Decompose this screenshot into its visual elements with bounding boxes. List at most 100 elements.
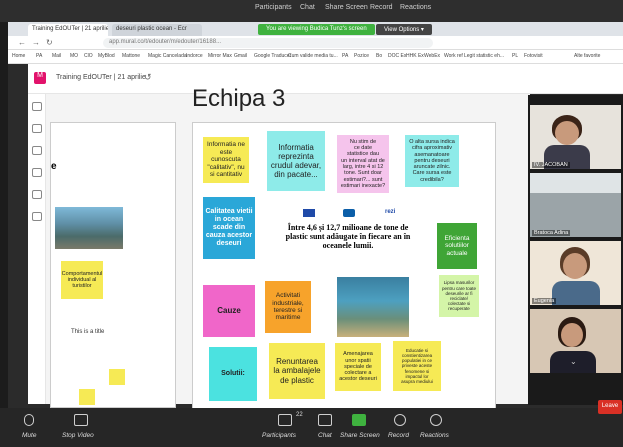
reload-icon[interactable]: ↻ [46, 38, 53, 47]
reactions-label[interactable]: Reactions [400, 4, 431, 11]
bookmark-item[interactable]: PA [342, 53, 348, 59]
frame-icon[interactable] [32, 212, 42, 221]
chat-label[interactable]: Chat [300, 4, 315, 11]
sticky-note-icon[interactable] [32, 102, 42, 111]
bookmark-item[interactable]: WebEx [424, 53, 440, 59]
bookmark-item[interactable]: HHK Ex [406, 53, 424, 59]
participants-button[interactable]: Participants [262, 432, 296, 439]
wall-background [530, 173, 621, 193]
board-title[interactable]: Training EdOUTer | 21 aprilie [56, 74, 146, 81]
history-icon[interactable]: ↺ [144, 72, 152, 83]
record-label[interactable]: Record [370, 4, 393, 11]
participant-video[interactable]: Eugenia [530, 241, 621, 305]
reactions-icon[interactable] [430, 414, 442, 426]
bookmark-item[interactable]: ClO [84, 53, 93, 59]
infographic-card[interactable]: rezi Între 4,6 și 12,7 milioane de tone … [277, 203, 417, 273]
bookmark-item[interactable]: Magic Cancelada [148, 53, 187, 59]
title-text[interactable]: This is a title [71, 329, 104, 335]
area-heading: Echipa 3 [192, 85, 286, 112]
sticky-note[interactable]: Solutii: [209, 347, 257, 401]
sticky-note[interactable]: Lipsa masurilor pentru care toate deseur… [439, 275, 479, 317]
share-screen-icon[interactable] [352, 414, 366, 426]
participant-face [561, 323, 583, 347]
forward-icon[interactable]: → [32, 38, 40, 47]
stop-video-button[interactable]: Stop Video [62, 432, 94, 439]
mural-logo-icon[interactable]: M [34, 72, 46, 84]
bookmark-item[interactable]: Indorce [186, 53, 203, 59]
bookmark-item[interactable]: Mirror Max [208, 53, 232, 59]
mural-toolbar [28, 94, 46, 404]
bookmark-item[interactable]: Mail [52, 53, 61, 59]
sticky-note[interactable]: Activitati industriale, terestre si mari… [265, 281, 311, 333]
record-button[interactable]: Record [388, 432, 409, 439]
participants-icon[interactable] [278, 414, 292, 426]
sticky-note[interactable]: Renuntarea la ambalajele de plastic [269, 343, 325, 399]
video-camera-icon[interactable] [74, 414, 88, 426]
bookmark-item[interactable]: Cum valide media tu... [288, 53, 338, 59]
browser-tab-bar: Training EdOUTer | 21 aprilie deseuri pl… [8, 22, 623, 36]
left-area[interactable]: e Comportamentul individual al turistilo… [50, 122, 176, 408]
url-input[interactable]: app.mural.co/t/edouter/m/edouter/16188..… [103, 38, 433, 48]
back-icon[interactable]: ← [18, 38, 26, 47]
record-icon[interactable] [394, 414, 406, 426]
bookmark-item[interactable]: MO [70, 53, 78, 59]
bookmark-item[interactable]: Alte favorite [574, 53, 600, 59]
tab-deseuri[interactable]: deseuri plastic ocean - Ecr [112, 24, 202, 36]
chat-button[interactable]: Chat [318, 432, 332, 439]
sticky-note[interactable]: Informatia reprezinta crudul adevar, din… [267, 131, 325, 191]
bookmark-item[interactable]: PL [512, 53, 518, 59]
sticky-note[interactable]: O alta sursa indica cifra aproximativ as… [405, 135, 459, 187]
image-icon[interactable] [32, 190, 42, 199]
share-screen-label[interactable]: Share Screen [325, 4, 368, 11]
participant-body [552, 281, 600, 305]
sticky-note[interactable]: Cauze [203, 285, 255, 337]
bookmark-item[interactable]: DOC Ex [388, 53, 406, 59]
bookmark-item[interactable]: MyBlod [98, 53, 115, 59]
sticky-note[interactable]: Eficienta solutiilor actuale [437, 223, 477, 269]
bookmark-item[interactable]: Bo [376, 53, 382, 59]
sticky-note[interactable]: Informatia ne este cunoscuta "calitativ"… [203, 137, 249, 183]
chevron-down-icon[interactable]: ⌄ [570, 357, 577, 366]
grid-icon[interactable] [32, 168, 42, 177]
sticky-note[interactable]: Nu stim de ce date statistice dau un int… [337, 135, 389, 193]
bookmark-item[interactable]: Google Traducer [254, 53, 291, 59]
empty-sticky-note[interactable] [109, 369, 125, 385]
bookmark-item[interactable]: Mattone [122, 53, 140, 59]
reactions-button[interactable]: Reactions [420, 432, 449, 439]
plastic-beach-image[interactable] [55, 207, 123, 249]
empty-sticky-note[interactable] [79, 389, 95, 405]
tab-training[interactable]: Training EdOUTer | 21 aprilie [28, 24, 108, 36]
ocean-plastic-image[interactable] [337, 277, 409, 337]
sticky-note[interactable]: Comportamentul individual al turistilor [61, 261, 103, 299]
zoom-top-toolbar: Participants Chat Share Screen Record Re… [0, 0, 623, 22]
sticky-note[interactable]: Educatie si constientizarea populatiei i… [393, 341, 441, 391]
bookmark-item[interactable]: Work ref [444, 53, 463, 59]
team-3-area[interactable]: Informatia ne este cunoscuta "calitativ"… [192, 122, 496, 410]
eu-flag-icon [303, 209, 315, 217]
participant-face [563, 253, 587, 279]
infographic-text: Între 4,6 și 12,7 milioane de tone de pl… [285, 223, 411, 251]
chat-icon[interactable] [318, 414, 332, 426]
mute-button[interactable]: Mute [22, 432, 36, 439]
partial-area-label: e [51, 161, 57, 172]
bookmark-item[interactable]: Fotovisit [524, 53, 543, 59]
microphone-icon[interactable] [24, 414, 34, 426]
bookmark-item[interactable]: Pozice [354, 53, 369, 59]
participant-videos: IV. JACOBAN Bratoca Adina Eugenia ⌄ [528, 95, 623, 405]
participant-video[interactable]: Bratoca Adina [530, 173, 621, 237]
leave-button[interactable]: Leave [598, 400, 622, 414]
share-screen-button[interactable]: Share Screen [340, 432, 380, 439]
sticky-note[interactable]: Calitatea vietii in ocean scade din cauz… [203, 197, 255, 259]
participant-video[interactable]: IV. JACOBAN [530, 105, 621, 169]
bookmark-item[interactable]: Gmail [234, 53, 247, 59]
bookmark-item[interactable]: Legit statistic eh... [464, 53, 504, 59]
view-options-button[interactable]: View Options ▾ [376, 24, 432, 35]
participant-name: Eugenia [532, 298, 557, 304]
bookmark-item[interactable]: PA [36, 53, 42, 59]
sticky-note[interactable]: Amenajarea unor spatii speciale de colec… [335, 343, 381, 391]
text-icon[interactable] [32, 124, 42, 133]
participants-label[interactable]: Participants [255, 4, 292, 11]
bookmarks-bar: Home PA Mail MO ClO MyBlod Mattone Magic… [8, 50, 623, 64]
bookmark-item[interactable]: Home [12, 53, 25, 59]
shapes-icon[interactable] [32, 146, 42, 155]
